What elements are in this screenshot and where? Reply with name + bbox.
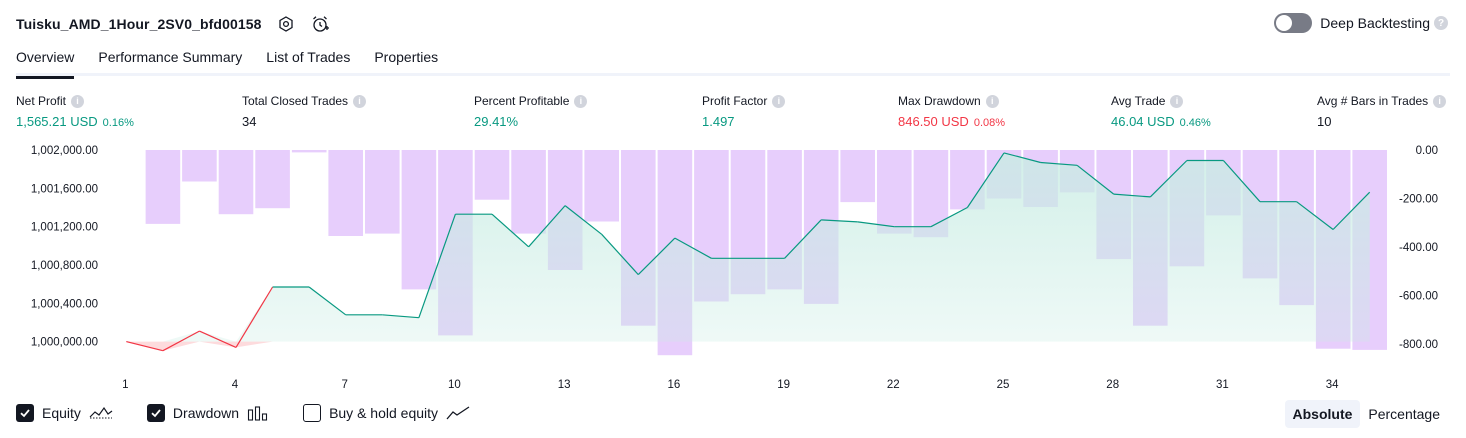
left-axis-tick-label: 1,000,400.00 — [31, 298, 98, 310]
legend-equity[interactable]: Equity — [16, 404, 113, 422]
header: Tuisku_AMD_1Hour_2SV0_bfd00158 — [16, 12, 330, 36]
x-axis-tick-label: 31 — [1216, 379, 1229, 391]
metric-avg-bars: Avg # Bars in Trades i 10 — [1317, 94, 1447, 129]
buy-hold-checkbox[interactable] — [303, 404, 322, 422]
drawdown-bar — [877, 150, 912, 234]
legend-drawdown[interactable]: Drawdown — [146, 404, 269, 422]
metric-value: 1,565.21 USD — [16, 114, 98, 129]
metric-label: Profit Factor — [702, 94, 768, 108]
legend-buy-hold[interactable]: Buy & hold equity — [303, 404, 470, 422]
alarm-clock-icon[interactable] — [310, 14, 330, 34]
chart-legend: Equity Drawdown Buy & hold equity — [16, 404, 504, 422]
info-icon[interactable]: i — [353, 94, 367, 108]
drawdown-bar — [218, 150, 254, 215]
metric-label: Total Closed Trades — [242, 94, 349, 108]
drawdown-bar — [365, 150, 400, 234]
drawdown-bar — [584, 150, 619, 222]
equity-checkbox[interactable] — [16, 404, 34, 422]
x-axis-tick-label: 25 — [997, 379, 1010, 391]
metric-net-profit: Net Profit i 1,565.21 USD 0.16% — [16, 94, 134, 129]
metric-value: 10 — [1317, 114, 1332, 129]
drawdown-bar — [474, 150, 510, 200]
x-axis-tick-label: 7 — [341, 379, 347, 391]
deep-backtesting: Deep Backtesting ? — [1274, 13, 1448, 33]
metric-max-drawdown: Max Drawdown i 846.50 USD 0.08% — [898, 94, 1005, 129]
info-icon[interactable]: i — [772, 94, 786, 108]
legend-label: Buy & hold equity — [329, 405, 439, 421]
x-axis-tick-label: 28 — [1106, 379, 1119, 391]
metric-value: 29.41% — [474, 114, 519, 129]
right-axis-tick-label: 0.00 — [1416, 145, 1438, 157]
drawdown-bar — [840, 150, 875, 203]
tab-properties[interactable]: Properties — [374, 44, 438, 76]
x-axis-tick-label: 10 — [448, 379, 461, 391]
drawdown-bar — [401, 150, 437, 290]
tab-list-of-trades[interactable]: List of Trades — [266, 44, 350, 76]
metric-label: Max Drawdown — [898, 94, 981, 108]
info-icon[interactable]: i — [1170, 94, 1184, 108]
absolute-button[interactable]: Absolute — [1284, 400, 1361, 428]
info-icon[interactable]: i — [985, 94, 999, 108]
legend-label: Equity — [42, 405, 81, 421]
metric-percent: 0.46% — [1179, 117, 1211, 129]
deep-backtesting-label: Deep Backtesting — [1320, 15, 1430, 31]
buy-hold-line-icon — [446, 405, 470, 421]
info-icon[interactable]: i — [71, 94, 85, 108]
x-axis-tick-label: 22 — [887, 379, 900, 391]
metric-percent: 0.08% — [973, 117, 1006, 129]
toggle-knob — [1276, 15, 1293, 31]
x-axis-tick-label: 1 — [122, 379, 128, 391]
percentage-button[interactable]: Percentage — [1360, 400, 1448, 428]
tab-overview[interactable]: Overview — [16, 44, 75, 79]
info-icon[interactable]: i — [574, 94, 588, 108]
metric-label: Net Profit — [16, 94, 67, 108]
equity-drawdown-chart[interactable]: 1,002,000.00 1,001,600.00 1,001,200.00 1,00… — [0, 138, 1466, 396]
info-icon[interactable]: i — [1433, 94, 1447, 108]
metric-value: 846.50 USD — [898, 114, 969, 129]
metric-percent-profitable: Percent Profitable i 29.41% — [474, 94, 588, 129]
metric-avg-trade: Avg Trade i 46.04 USD 0.46% — [1111, 94, 1211, 129]
metric-total-closed-trades: Total Closed Trades i 34 — [242, 94, 367, 129]
x-axis-tick-label: 19 — [777, 379, 790, 391]
x-axis-tick-label: 16 — [668, 379, 681, 391]
metric-label: Avg # Bars in Trades — [1317, 94, 1429, 108]
metric-label: Avg Trade — [1111, 94, 1166, 108]
metric-value: 46.04 USD — [1111, 114, 1175, 129]
left-axis-tick-label: 1,000,000.00 — [31, 337, 98, 349]
x-axis-tick-label: 4 — [232, 379, 239, 391]
display-mode: Absolute Percentage — [1284, 400, 1449, 428]
x-axis-tick-label: 34 — [1326, 379, 1339, 391]
left-axis-tick-label: 1,000,800.00 — [31, 260, 98, 272]
left-axis-tick-label: 1,001,200.00 — [31, 222, 98, 234]
help-icon[interactable]: ? — [1434, 16, 1448, 30]
drawdown-bar — [255, 150, 290, 209]
deep-backtesting-toggle[interactable] — [1274, 13, 1313, 33]
metric-percent: 0.16% — [102, 117, 134, 129]
metric-value: 1.497 — [702, 114, 735, 129]
drawdown-bar — [328, 150, 363, 236]
right-axis-tick-label: -800.00 — [1399, 339, 1438, 351]
right-axis-tick-label: -600.00 — [1399, 290, 1438, 302]
tab-bar: Overview Performance Summary List of Tra… — [16, 44, 1450, 79]
drawdown-checkbox[interactable] — [146, 404, 165, 422]
left-axis-tick-label: 1,001,600.00 — [31, 183, 98, 195]
right-axis-tick-label: -200.00 — [1399, 194, 1438, 206]
equity-line-icon — [89, 405, 113, 421]
left-axis-tick-label: 1,002,000.00 — [31, 145, 98, 157]
right-axis-tick-label: -400.00 — [1399, 242, 1438, 254]
x-axis-tick-label: 13 — [558, 379, 571, 391]
tab-performance-summary[interactable]: Performance Summary — [98, 44, 242, 76]
drawdown-bars-icon — [247, 405, 269, 421]
equity-loss-area — [126, 341, 1370, 351]
drawdown-bar — [291, 150, 327, 153]
drawdown-bar — [145, 150, 181, 224]
legend-label: Drawdown — [172, 405, 240, 421]
metric-profit-factor: Profit Factor i 1.497 — [702, 94, 786, 129]
strategy-title: Tuisku_AMD_1Hour_2SV0_bfd00158 — [16, 16, 262, 32]
settings-icon[interactable] — [276, 14, 296, 34]
drawdown-bar — [511, 150, 546, 234]
metric-label: Percent Profitable — [474, 94, 570, 108]
metric-value: 34 — [242, 114, 257, 129]
drawdown-bar — [182, 150, 217, 182]
